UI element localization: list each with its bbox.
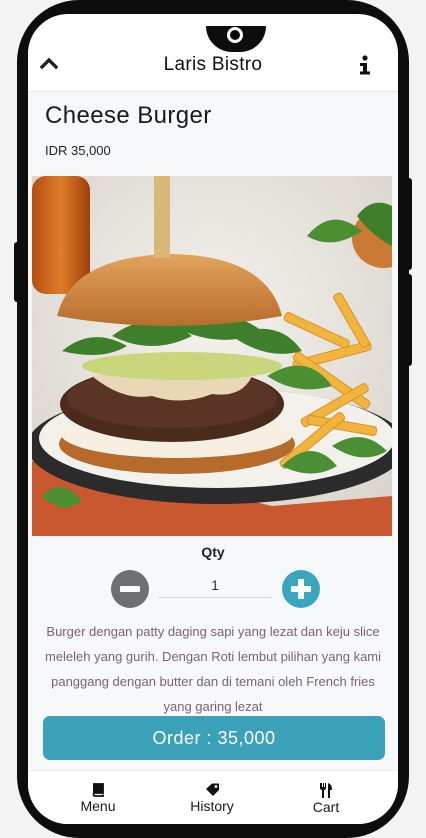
nav-item-menu[interactable]: Menu xyxy=(53,783,143,814)
quantity-input[interactable] xyxy=(158,572,272,598)
chevron-up-icon[interactable] xyxy=(40,56,58,70)
phone-side-button xyxy=(14,242,22,302)
phone-side-button xyxy=(403,178,412,270)
camera-icon xyxy=(227,27,243,43)
quantity-label: Qty xyxy=(201,544,225,560)
info-icon[interactable] xyxy=(358,55,372,75)
page-title: Laris Bistro xyxy=(163,54,263,75)
phone-screen: Laris Bistro Cheese Burger IDR 35,000 Qt… xyxy=(28,14,398,824)
minus-circle-icon[interactable] xyxy=(111,570,149,608)
tag-icon xyxy=(205,783,219,796)
book-icon xyxy=(92,783,104,797)
plus-circle-icon[interactable] xyxy=(282,570,320,608)
phone-side-button xyxy=(403,274,412,366)
product-description: Burger dengan patty daging sapi yang lez… xyxy=(44,624,382,714)
bottom-navigation: Menu History Cart xyxy=(28,770,398,824)
order-button[interactable]: Order : 35,000 xyxy=(43,716,385,760)
nav-label-history: History xyxy=(190,798,234,814)
nav-item-cart[interactable]: Cart xyxy=(281,783,371,815)
product-price: IDR 35,000 xyxy=(45,143,111,158)
product-name: Cheese Burger xyxy=(45,102,212,129)
quantity-stepper xyxy=(28,570,398,610)
nav-label-menu: Menu xyxy=(80,798,116,814)
product-image xyxy=(32,176,392,536)
nav-item-history[interactable]: History xyxy=(167,783,257,814)
nav-label-cart: Cart xyxy=(312,799,340,815)
product-detail: Cheese Burger IDR 35,000 Qty 1 Burger de… xyxy=(28,92,398,784)
utensils-icon xyxy=(320,783,332,798)
